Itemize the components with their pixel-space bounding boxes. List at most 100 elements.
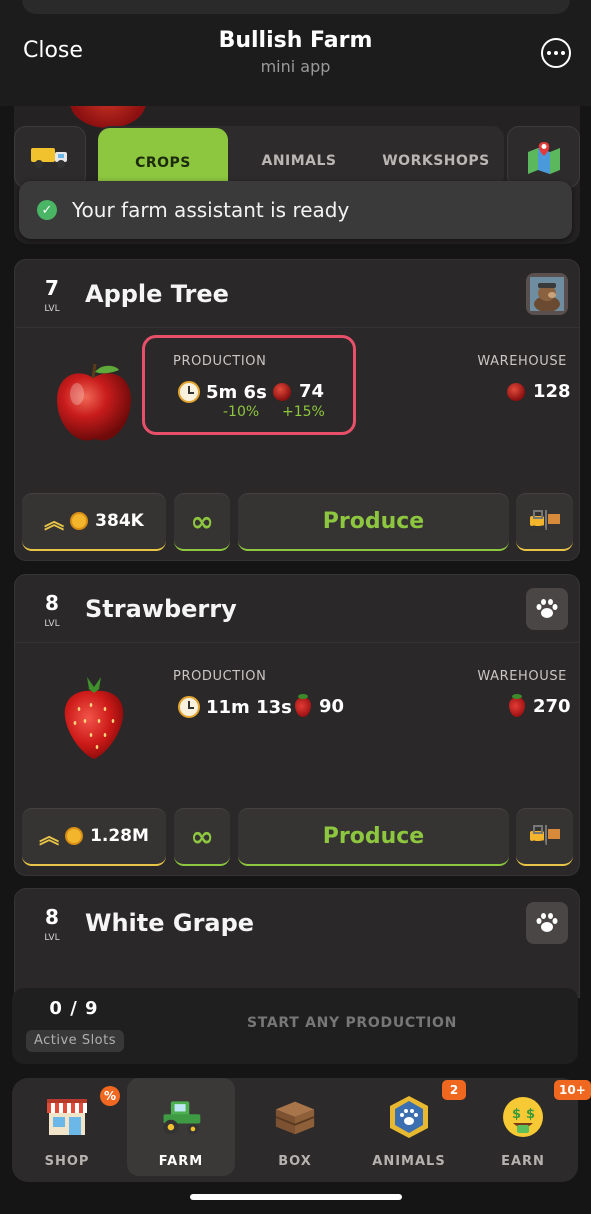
produce-button[interactable]: Produce xyxy=(238,808,509,866)
nav-label: ANIMALS xyxy=(372,1154,446,1169)
level-label: LVL xyxy=(44,304,60,314)
nav-label: EARN xyxy=(501,1154,545,1169)
nav-label: BOX xyxy=(278,1154,312,1169)
strawberry-icon xyxy=(509,693,525,717)
apple-icon xyxy=(507,382,525,401)
warehouse-value: 128 xyxy=(533,381,571,402)
more-options-button[interactable] xyxy=(541,38,571,68)
upgrade-button[interactable]: ︽ 1.28M xyxy=(22,808,166,866)
manager-avatar-icon[interactable] xyxy=(526,273,568,315)
app-title: Bullish Farm xyxy=(218,28,373,53)
slots-count: 0 / 9 xyxy=(49,998,99,1019)
forklift-button[interactable] xyxy=(516,493,573,551)
crate-icon xyxy=(272,1094,318,1140)
infinity-icon: ∞ xyxy=(190,819,214,853)
nav-shop[interactable]: SHOP % xyxy=(12,1078,122,1176)
assistant-ready-toast: ✓ Your farm assistant is ready xyxy=(19,181,572,239)
nav-earn[interactable]: $ $ EARN 10+ xyxy=(468,1078,591,1176)
start-production-hint[interactable]: START ANY PRODUCTION xyxy=(212,1015,492,1031)
produce-label: Produce xyxy=(322,823,425,849)
more-dot-icon xyxy=(554,51,558,55)
apple-icon xyxy=(57,363,131,441)
strawberry-icon xyxy=(64,677,124,759)
category-tabs: CROPS ANIMALS WORKSHOPS xyxy=(14,126,580,190)
apple-peek-icon xyxy=(70,106,146,128)
tractor-svg xyxy=(163,1101,201,1135)
level-number: 8 xyxy=(45,591,59,615)
forklift-icon xyxy=(529,510,560,533)
level-label: LVL xyxy=(44,619,60,629)
warehouse-label: WAREHOUSE xyxy=(477,354,567,369)
production-time: 11m 13s xyxy=(178,696,292,718)
tab-workshops[interactable]: WORKSHOPS xyxy=(368,126,504,188)
nav-farm[interactable]: FARM xyxy=(127,1078,235,1176)
apple-icon xyxy=(273,382,291,401)
upgrade-chevrons-icon: ︽ xyxy=(39,824,60,848)
nav-label: FARM xyxy=(158,1154,204,1169)
check-circle-icon: ✓ xyxy=(37,200,57,220)
shop-icon xyxy=(44,1094,90,1140)
paw-icon[interactable] xyxy=(526,902,568,944)
more-dot-icon xyxy=(547,51,551,55)
app-content: CROPS ANIMALS WORKSHOPS ✓ Your farm assi… xyxy=(0,106,591,1214)
production-time-value: 11m 13s xyxy=(206,696,292,718)
earn-count-badge: 10+ xyxy=(554,1080,591,1100)
coin-icon xyxy=(65,827,84,845)
production-label: PRODUCTION xyxy=(173,669,267,684)
forklift-button[interactable] xyxy=(516,808,573,866)
bottom-nav: SHOP % FARM BOX ANIMALS 2 $ $ EARN 10+ xyxy=(12,1078,591,1182)
money-face-svg: $ $ xyxy=(503,1097,543,1137)
crop-name: White Grape xyxy=(85,909,255,937)
tractor-icon xyxy=(158,1094,204,1140)
clock-icon xyxy=(178,696,200,718)
warehouse-label: WAREHOUSE xyxy=(477,669,567,684)
crop-name: Apple Tree xyxy=(85,280,229,308)
infinity-icon: ∞ xyxy=(190,504,214,538)
level-number: 7 xyxy=(45,276,59,300)
more-dot-icon xyxy=(561,51,565,55)
manager-svg xyxy=(530,277,564,311)
paw-svg xyxy=(536,599,558,618)
time-bonus: -10% xyxy=(223,404,260,420)
card-divider xyxy=(15,642,579,643)
upgrade-chevrons-icon: ︽ xyxy=(44,509,65,533)
animals-count-badge: 2 xyxy=(442,1080,466,1100)
crop-name: Strawberry xyxy=(85,595,237,623)
crop-card-apple-tree: 7 LVL Apple Tree PRODUCTION 5m 6s 74 -10… xyxy=(14,259,580,561)
produce-button[interactable]: Produce xyxy=(238,493,509,551)
level-label: LVL xyxy=(44,933,60,943)
auto-produce-button[interactable]: ∞ xyxy=(174,808,230,866)
production-time: 5m 6s xyxy=(178,381,267,403)
crop-card-white-grape: 8 LVL White Grape xyxy=(14,888,580,998)
slots-label: Active Slots xyxy=(26,1030,124,1052)
app-subtitle: mini app xyxy=(260,57,331,76)
nav-animals[interactable]: ANIMALS 2 xyxy=(354,1078,466,1176)
svg-text:$: $ xyxy=(512,1107,521,1122)
map-svg xyxy=(527,142,560,174)
production-label: PRODUCTION xyxy=(173,354,267,369)
auto-produce-button[interactable]: ∞ xyxy=(174,493,230,551)
nav-box[interactable]: BOX xyxy=(240,1078,350,1176)
map-icon[interactable] xyxy=(507,126,580,188)
tabs-group: CROPS ANIMALS WORKSHOPS xyxy=(98,126,504,190)
paw-badge-icon xyxy=(386,1094,432,1140)
crop-card-strawberry: 8 LVL Strawberry PRODUCTION 11m 13s 90 W… xyxy=(14,574,580,876)
svg-text:$: $ xyxy=(526,1107,535,1122)
forklift-icon xyxy=(529,825,560,848)
warehouse-value: 270 xyxy=(533,696,571,717)
card-divider xyxy=(15,327,579,328)
production-quantity: 74 xyxy=(273,381,324,402)
paw-icon[interactable] xyxy=(526,588,568,630)
crate-svg xyxy=(275,1101,315,1135)
warehouse-quantity: 128 xyxy=(507,381,571,402)
upgrade-button[interactable]: ︽ 384K xyxy=(22,493,166,551)
truck-svg xyxy=(31,148,67,168)
truck-icon[interactable] xyxy=(14,126,86,188)
upgrade-price: 384K xyxy=(95,511,144,531)
quantity-bonus: +15% xyxy=(282,404,325,420)
tab-animals[interactable]: ANIMALS xyxy=(238,126,360,188)
toast-message: Your farm assistant is ready xyxy=(72,198,350,222)
warehouse-quantity: 270 xyxy=(509,693,571,717)
production-time-value: 5m 6s xyxy=(206,381,267,403)
sheet-grabber xyxy=(22,0,570,14)
